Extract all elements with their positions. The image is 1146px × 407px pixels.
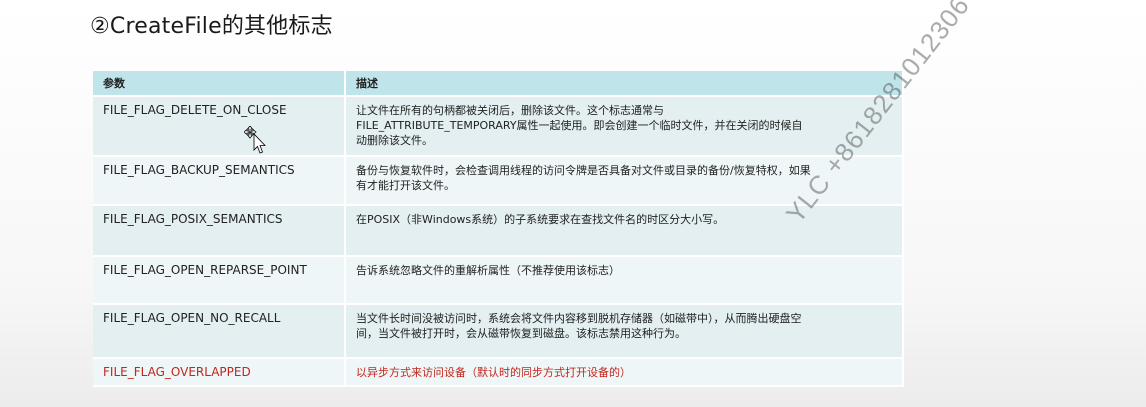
flags-table: 参数 描述 FILE_FLAG_DELETE_ON_CLOSE 让文件在所有的句… <box>93 71 904 387</box>
slide: ②CreateFile的其他标志 参数 描述 FILE_FLAG_DELETE_… <box>0 0 1146 407</box>
description-line: 以异步方式来访问设备（默认时的同步方式打开设备的） <box>356 366 631 379</box>
move-cursor-icon <box>244 126 266 154</box>
flag-name-cell: FILE_FLAG_OVERLAPPED <box>93 358 346 387</box>
flag-description-cell: 让文件在所有的句柄都被关闭后，删除该文件。这个标志通常与 FILE_ATTRIB… <box>345 96 904 157</box>
flag-description-cell: 以异步方式来访问设备（默认时的同步方式打开设备的） <box>345 358 904 387</box>
description-line: 让文件在所有的句柄都被关闭后，删除该文件。这个标志通常与 <box>356 104 664 117</box>
table-header-row: 参数 描述 <box>93 71 904 97</box>
table-row: FILE_FLAG_OPEN_REPARSE_POINT 告诉系统忽略文件的重解… <box>93 256 904 305</box>
flag-name-cell: FILE_FLAG_OPEN_REPARSE_POINT <box>93 256 346 305</box>
flag-description-cell: 在POSIX（非Windows系统）的子系统要求在查找文件名的时区分大小写。 <box>345 205 904 257</box>
table-row: FILE_FLAG_DELETE_ON_CLOSE 让文件在所有的句柄都被关闭后… <box>93 96 904 157</box>
flag-description-cell: 告诉系统忽略文件的重解析属性（不推荐使用该标志） <box>345 256 904 305</box>
description-line: FILE_ATTRIBUTE_TEMPORARY属性一起使用。即会创建一个临时文… <box>356 119 803 132</box>
table-row: FILE_FLAG_OPEN_NO_RECALL 当文件长时间没被访问时，系统会… <box>93 304 904 359</box>
table-row: FILE_FLAG_POSIX_SEMANTICS 在POSIX（非Window… <box>93 205 904 257</box>
table-row-highlighted: FILE_FLAG_OVERLAPPED 以异步方式来访问设备（默认时的同步方式… <box>93 358 904 387</box>
table-row: FILE_FLAG_BACKUP_SEMANTICS 备份与恢复软件时，会检查调… <box>93 156 904 206</box>
description-line: 间，当文件被打开时，会从磁带恢复到磁盘。该标志禁用这种行为。 <box>356 327 686 340</box>
description-line: 告诉系统忽略文件的重解析属性（不推荐使用该标志） <box>356 264 620 277</box>
flag-description-cell: 当文件长时间没被访问时，系统会将文件内容移到脱机存储器（如磁带中），从而腾出硬盘… <box>345 304 904 359</box>
flag-name-cell: FILE_FLAG_OPEN_NO_RECALL <box>93 304 346 359</box>
flag-name-cell: FILE_FLAG_DELETE_ON_CLOSE <box>93 96 346 157</box>
page-title: ②CreateFile的其他标志 <box>90 14 333 39</box>
description-line: 动删除该文件。 <box>356 134 433 147</box>
column-header-param: 参数 <box>93 71 346 97</box>
flag-name-cell: FILE_FLAG_POSIX_SEMANTICS <box>93 205 346 257</box>
flag-name-cell: FILE_FLAG_BACKUP_SEMANTICS <box>93 156 346 206</box>
column-header-desc: 描述 <box>345 71 904 97</box>
description-line: 当文件长时间没被访问时，系统会将文件内容移到脱机存储器（如磁带中），从而腾出硬盘… <box>356 312 802 325</box>
